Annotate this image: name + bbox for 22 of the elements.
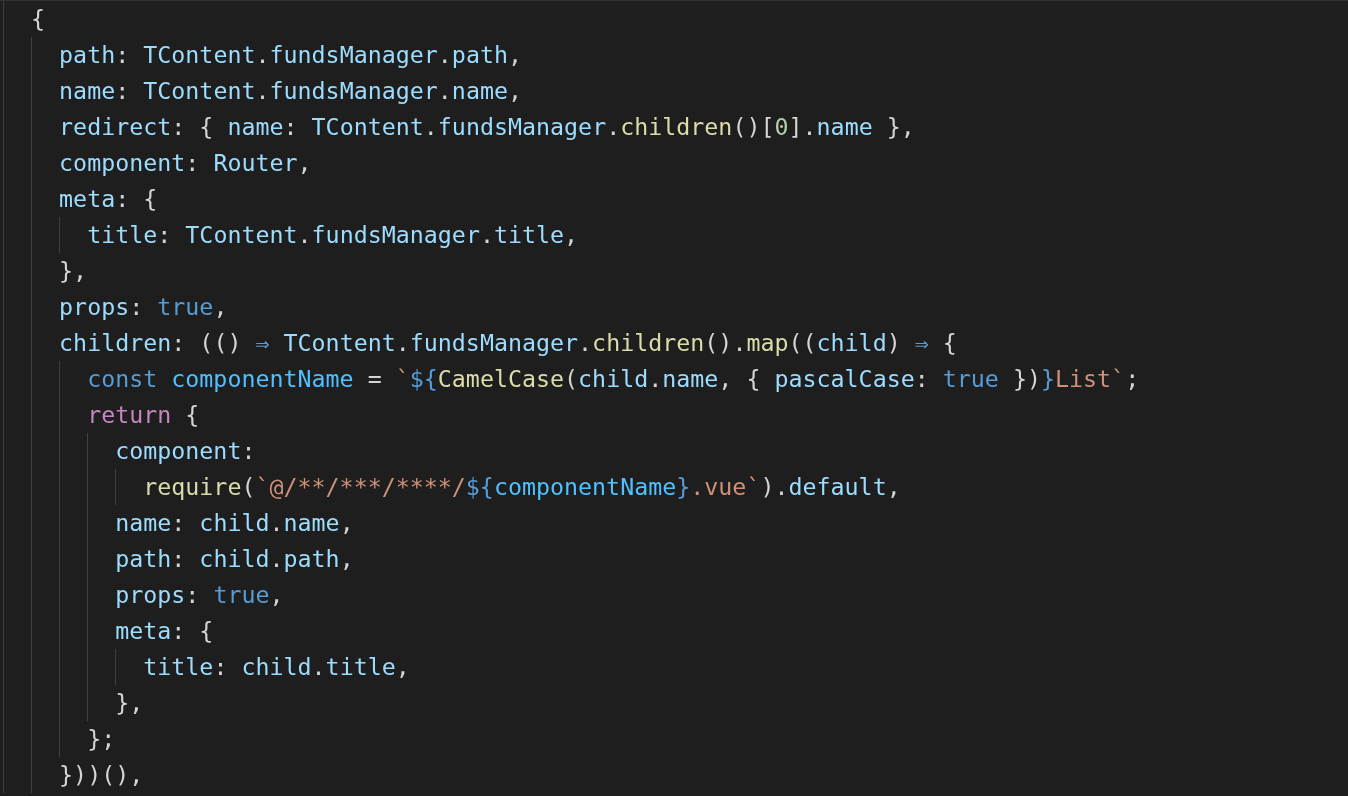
code-line: meta: { <box>59 184 158 214</box>
code-line: }, <box>59 256 88 286</box>
code-line: redirect: { name: TContent.fundsManager.children()[0].name }, <box>59 112 915 142</box>
code-line: return { <box>87 400 200 430</box>
code-line: title: child.title, <box>143 652 410 682</box>
code-line: props: true, <box>59 292 228 322</box>
code-line: path: TContent.fundsManager.path, <box>59 40 522 70</box>
code-line: meta: { <box>115 616 214 646</box>
code-line: { <box>31 4 46 34</box>
code-line: props: true, <box>115 580 284 610</box>
code-line: }, <box>115 688 144 718</box>
code-line: require(`@/**/***/****/${componentName}.vue`).default, <box>143 472 901 502</box>
code-line: component: <box>115 436 256 466</box>
code-line: path: child.path, <box>115 544 354 574</box>
code-line: children: (() ⇒ TContent.fundsManager.children().map((child) ⇒ { <box>59 328 957 358</box>
code-line: }))(), <box>59 760 144 790</box>
code-line: title: TContent.fundsManager.title, <box>87 220 579 250</box>
code-line: name: TContent.fundsManager.name, <box>59 76 522 106</box>
code-line: name: child.name, <box>115 508 354 538</box>
code-line: }; <box>87 724 116 754</box>
code-line: const componentName = `${CamelCase(child.name, { pascalCase: true })}List`; <box>87 364 1140 394</box>
code-line: component: Router, <box>59 148 312 178</box>
